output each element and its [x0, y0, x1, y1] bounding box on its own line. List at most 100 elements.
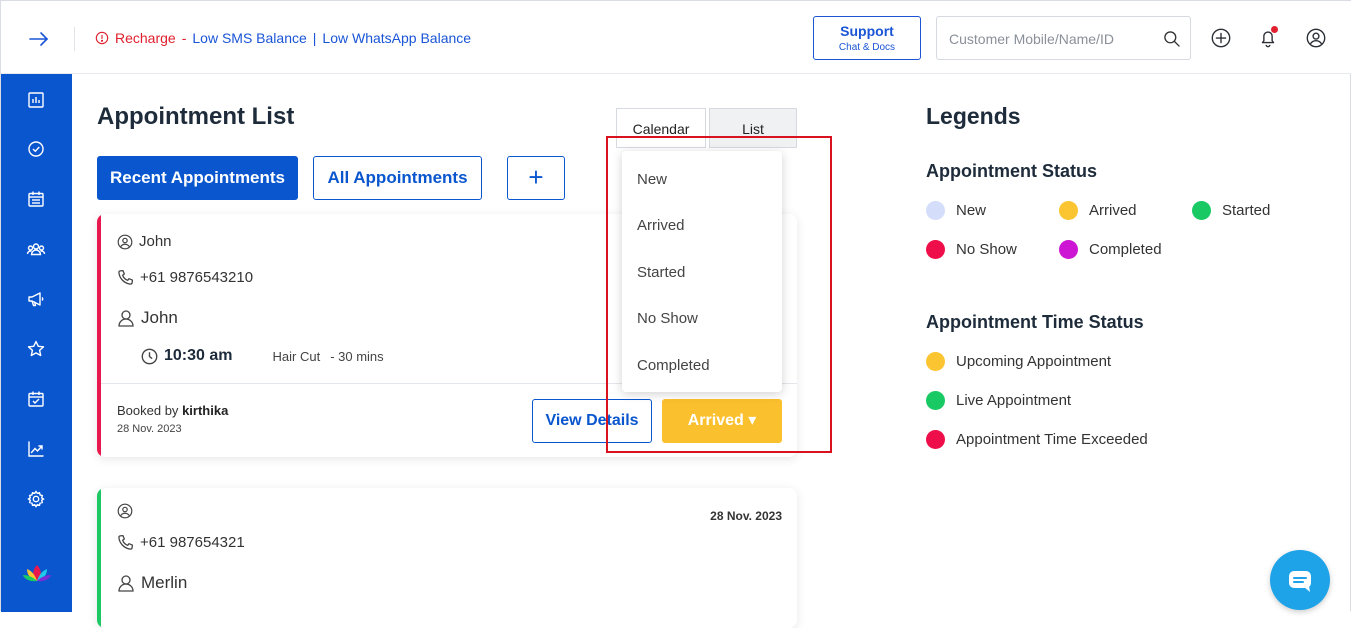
- appointment-date: 28 Nov. 2023: [710, 509, 782, 523]
- status-option-completed[interactable]: Completed: [637, 357, 710, 374]
- calendar-view-tab[interactable]: Calendar: [616, 108, 706, 148]
- gear-icon[interactable]: [26, 489, 46, 509]
- staff-row: John: [117, 308, 178, 328]
- legend-dot: [926, 391, 945, 410]
- alert-circle-icon: [95, 31, 109, 45]
- alert-separator: |: [312, 30, 317, 46]
- status-option-started[interactable]: Started: [637, 264, 685, 281]
- status-stripe: [97, 214, 101, 457]
- customer-search-input[interactable]: [949, 29, 1149, 49]
- staff-name: Merlin: [141, 573, 188, 592]
- all-appointments-button[interactable]: All Appointments: [313, 156, 482, 200]
- check-circle-icon[interactable]: [26, 139, 46, 159]
- legend-label: Upcoming Appointment: [956, 353, 1112, 370]
- support-sublabel: Chat & Docs: [838, 42, 896, 53]
- status-dropdown-menu: New Arrived Started No Show Completed: [622, 151, 782, 392]
- booked-by: Booked by kirthika: [117, 403, 228, 418]
- legend-dot: [926, 352, 945, 371]
- expand-sidebar-icon[interactable]: [27, 27, 51, 51]
- user-circle-icon: [117, 234, 133, 249]
- legend-item-started: Started: [1192, 201, 1270, 220]
- status-option-arrived[interactable]: Arrived: [637, 217, 685, 234]
- phone-icon: [118, 269, 134, 285]
- user-icon: [118, 310, 134, 327]
- staff-name: John: [141, 308, 178, 327]
- dashboard-icon[interactable]: [26, 90, 46, 110]
- megaphone-icon[interactable]: [26, 289, 46, 309]
- user-icon: [118, 575, 134, 592]
- appointment-card: 28 Nov. 2023 +61 987654321 Merlin: [97, 488, 797, 628]
- status-option-new[interactable]: New: [637, 171, 667, 188]
- legend-item-new: New: [926, 201, 986, 220]
- legend-item-arrived: Arrived: [1059, 201, 1137, 220]
- support-button[interactable]: Support Chat & Docs: [813, 16, 921, 60]
- phone-icon: [118, 534, 134, 550]
- chat-icon: [1289, 571, 1311, 592]
- balance-alert: Recharge - Low SMS Balance | Low WhatsAp…: [95, 30, 471, 46]
- customer-phone: +61 987654321: [140, 534, 245, 551]
- low-whatsapp-balance-link[interactable]: Low WhatsApp Balance: [322, 30, 471, 46]
- staff-row: Merlin: [117, 573, 187, 593]
- appointment-time: 10:30 am: [164, 347, 233, 364]
- legends-title: Legends: [926, 103, 1021, 129]
- time-row: 10:30 am Hair Cut - 30 mins: [141, 347, 384, 365]
- legend-label: Completed: [1089, 241, 1162, 258]
- legend-item-no-show: No Show: [926, 240, 1017, 259]
- view-details-button[interactable]: View Details: [532, 399, 652, 443]
- clock-icon: [141, 348, 158, 364]
- legend-label: No Show: [956, 241, 1017, 258]
- legend-item-live: Live Appointment: [926, 391, 1071, 410]
- appointment-time-status-title: Appointment Time Status: [926, 312, 1144, 332]
- legend-dot: [1059, 240, 1078, 259]
- status-option-no-show[interactable]: No Show: [637, 310, 698, 327]
- page-title: Appointment List: [97, 103, 295, 130]
- appointment-status-title: Appointment Status: [926, 161, 1097, 181]
- phone-row: +61 987654321: [117, 534, 245, 551]
- top-bar: Recharge - Low SMS Balance | Low WhatsAp…: [1, 1, 1351, 74]
- sidebar: [1, 74, 72, 612]
- app-frame: Recharge - Low SMS Balance | Low WhatsAp…: [0, 0, 1351, 628]
- calendar-icon[interactable]: [26, 189, 46, 209]
- customer-phone: +61 9876543210: [140, 269, 254, 286]
- booked-by-name: kirthika: [182, 403, 229, 418]
- service-name: Hair Cut: [272, 348, 321, 364]
- legend-item-upcoming: Upcoming Appointment: [926, 352, 1111, 371]
- legend-label: New: [956, 202, 987, 219]
- topbar-divider: [74, 27, 75, 51]
- legend-dot: [1192, 201, 1211, 220]
- recharge-link[interactable]: Recharge: [115, 30, 176, 46]
- status-dropdown-button[interactable]: Arrived ▾: [662, 399, 782, 443]
- booked-date: 28 Nov. 2023: [117, 423, 182, 435]
- user-circle-icon: [117, 503, 133, 519]
- user-circle-icon[interactable]: [1305, 27, 1327, 49]
- legend-dot: [1059, 201, 1078, 220]
- legend-label: Arrived: [1089, 202, 1137, 219]
- low-sms-balance-link[interactable]: Low SMS Balance: [192, 30, 306, 46]
- recent-appointments-button[interactable]: Recent Appointments: [97, 156, 298, 200]
- legend-dot: [926, 430, 945, 449]
- booked-by-label: Booked by: [117, 403, 179, 418]
- chat-widget-button[interactable]: [1270, 550, 1330, 610]
- users-icon[interactable]: [26, 239, 46, 259]
- calendar-check-icon[interactable]: [26, 389, 46, 409]
- customer-row: [117, 503, 139, 519]
- star-icon[interactable]: [26, 339, 46, 359]
- legend-item-completed: Completed: [1059, 240, 1162, 259]
- customer-search: [936, 16, 1191, 60]
- status-stripe: [97, 488, 101, 628]
- list-view-tab[interactable]: List: [709, 108, 797, 148]
- legend-dot: [926, 201, 945, 220]
- support-label: Support: [840, 23, 894, 39]
- phone-row: +61 9876543210: [117, 269, 253, 286]
- legend-label: Appointment Time Exceeded: [956, 431, 1148, 448]
- search-icon[interactable]: [1162, 29, 1182, 49]
- customer-name: John: [139, 233, 172, 250]
- brand-logo-icon: [23, 565, 51, 582]
- trend-icon[interactable]: [26, 439, 46, 459]
- notification-badge: [1271, 26, 1278, 33]
- service-duration: - 30 mins: [330, 348, 384, 364]
- legend-dot: [926, 240, 945, 259]
- customer-row: John: [117, 233, 172, 250]
- add-circle-icon[interactable]: [1210, 27, 1232, 49]
- add-appointment-button[interactable]: +: [507, 156, 565, 200]
